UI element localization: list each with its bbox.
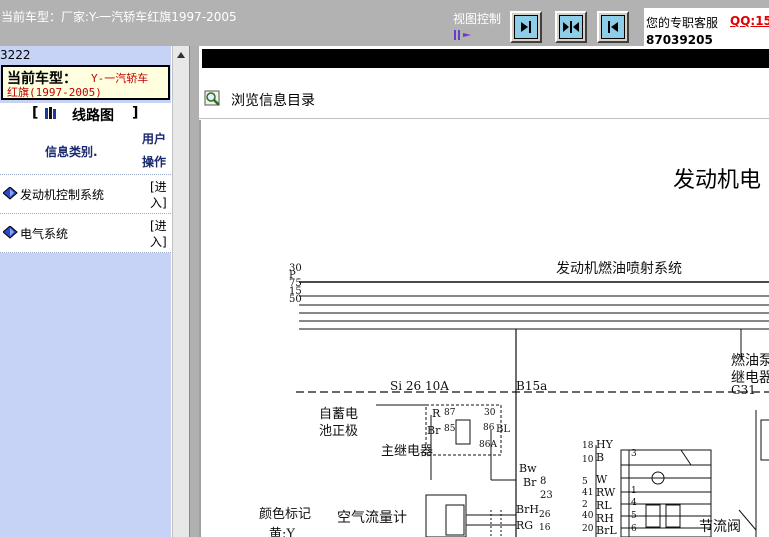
enter-link[interactable]: [进	[150, 217, 167, 234]
diagram-label: Si 26 10A	[390, 379, 449, 393]
diagram-label: 空气流量计	[337, 510, 407, 526]
diagram-label: 8	[540, 476, 547, 487]
browse-catalog-label[interactable]: 浏览信息目录	[231, 90, 315, 110]
diagram-label: 85	[444, 424, 456, 434]
contact-box: 您的专职客服 QQ:15 87039205	[644, 8, 769, 47]
table-row: 电气系统 [进 入]	[0, 213, 171, 253]
contact-label: 您的专职客服	[646, 16, 719, 30]
wiring-diagram: 发动机电 发动机燃油喷射系统 30 P 75 15 50 燃油泵 继电器 G31…	[199, 120, 769, 537]
arrows-center-icon	[563, 21, 579, 33]
diagram-label: Bw	[519, 462, 537, 475]
header-action: 操作	[142, 155, 167, 169]
diagram-label: 30	[484, 408, 496, 418]
diagram-label: 主继电器	[381, 444, 434, 459]
view-control-label: 视图控制	[453, 12, 502, 26]
diagram-label: 5	[631, 511, 637, 521]
separator	[199, 118, 769, 119]
table-row: 发动机控制系统 [进 入]	[0, 174, 171, 213]
header-user: 用户	[142, 132, 167, 146]
arrow-left-bar-icon	[608, 21, 618, 33]
diagram-label: 黄:Y	[269, 527, 295, 537]
diagram-label: BL	[496, 424, 510, 435]
diagram-label: 86	[483, 423, 495, 433]
info-table: 信息类别. 用户 操作 发动机控制系统 [进 入] 电气系统 [进 入]	[0, 125, 171, 253]
diamond-icon	[3, 226, 18, 239]
row-label-engine-control[interactable]: 发动机控制系统	[20, 186, 104, 203]
diagram-label: G31	[731, 383, 756, 397]
diagram-label: W	[596, 473, 608, 486]
enter-link-cont[interactable]: 入]	[150, 194, 167, 211]
view-control-icon	[454, 30, 471, 40]
diagram-label: 颜色标记	[259, 507, 312, 522]
contact-number: 87039205	[646, 33, 713, 47]
diagram-label: 23	[540, 490, 553, 501]
diagram-label: 节流阀	[699, 519, 741, 535]
enter-link-cont[interactable]: 入]	[150, 233, 167, 250]
diagram-label: 1	[631, 486, 637, 496]
diagram-label: BrL	[596, 524, 617, 537]
sidebar-code: 3222	[0, 48, 31, 62]
diagram-label: 40	[582, 511, 594, 521]
diagram-label: 20	[582, 524, 594, 534]
current-model-title: 当前车型：厂家:Y-一汽轿车红旗1997-2005	[1, 10, 237, 24]
header-category: 信息类别.	[45, 145, 98, 159]
arrow-up-icon	[177, 52, 185, 58]
books-icon	[45, 107, 56, 119]
sidebar: 3222 当前车型： Y-一汽轿车 红旗(1997-2005) [ 线路图 ] …	[0, 46, 171, 537]
enter-link[interactable]: [进	[150, 178, 167, 195]
diagram-lines	[296, 281, 769, 537]
diagram-label: B15a	[516, 379, 548, 393]
diagram-label: RW	[596, 486, 616, 499]
diagram-label: 87	[444, 408, 456, 418]
diagram-label: 5	[582, 477, 588, 487]
current-model-box: 当前车型： Y-一汽轿车 红旗(1997-2005)	[1, 65, 170, 100]
diagram-label: 池正极	[319, 424, 359, 439]
diagram-label: 86A	[479, 440, 497, 450]
wiring-bracket-right: ]	[132, 105, 139, 121]
diagram-label: 18	[582, 441, 594, 451]
content-header-bar	[202, 49, 769, 68]
arrow-right-bar-icon	[521, 21, 531, 33]
diagram-label: R	[432, 407, 441, 420]
wiring-diagram-header: [ 线路图 ]	[0, 103, 171, 125]
diagram-label: BrH	[516, 503, 539, 516]
diagram-label: 4	[631, 498, 637, 508]
diagram-label: 41	[582, 488, 594, 498]
diagram-label: 10	[582, 455, 594, 465]
diagram-label: B	[596, 451, 605, 464]
row-label-electrical[interactable]: 电气系统	[20, 225, 68, 242]
wiring-diagram-title: 线路图	[72, 108, 114, 124]
content-frame: 浏览信息目录 发动机电 发动机燃油喷射系统 30 P 75 15 50 燃油泵 …	[199, 46, 769, 537]
diagram-label: HY	[596, 438, 613, 451]
diamond-icon	[3, 187, 18, 200]
diagram-label: RG	[516, 519, 534, 532]
current-model-value-years: 红旗(1997-2005)	[7, 86, 102, 99]
diagram-label: 发动机燃油喷射系统	[556, 261, 682, 277]
top-bar: 当前车型：厂家:Y-一汽轿车红旗1997-2005 视图控制 您的专职客服 QQ…	[0, 0, 769, 47]
diagram-label: 3	[631, 449, 637, 459]
diagram-label: RL	[596, 499, 612, 512]
diagram-label: 50	[289, 294, 302, 305]
wiring-bracket-left: [	[32, 105, 39, 121]
magnifier-icon	[204, 90, 220, 106]
view-split-left-button[interactable]	[510, 11, 542, 43]
diagram-label: 6	[631, 524, 637, 534]
diagram-label: Br	[427, 424, 441, 437]
diagram-label: Br	[523, 476, 537, 489]
view-split-right-button[interactable]	[597, 11, 629, 43]
scroll-up-button[interactable]	[174, 48, 188, 62]
contact-qq-link[interactable]: QQ:15	[730, 14, 769, 28]
view-split-center-button[interactable]	[555, 11, 587, 43]
diagram-label: 2	[582, 500, 588, 510]
sidebar-scrollbar[interactable]	[172, 46, 189, 537]
diagram-label: 26	[539, 510, 551, 520]
diagram-label: 16	[539, 523, 551, 533]
